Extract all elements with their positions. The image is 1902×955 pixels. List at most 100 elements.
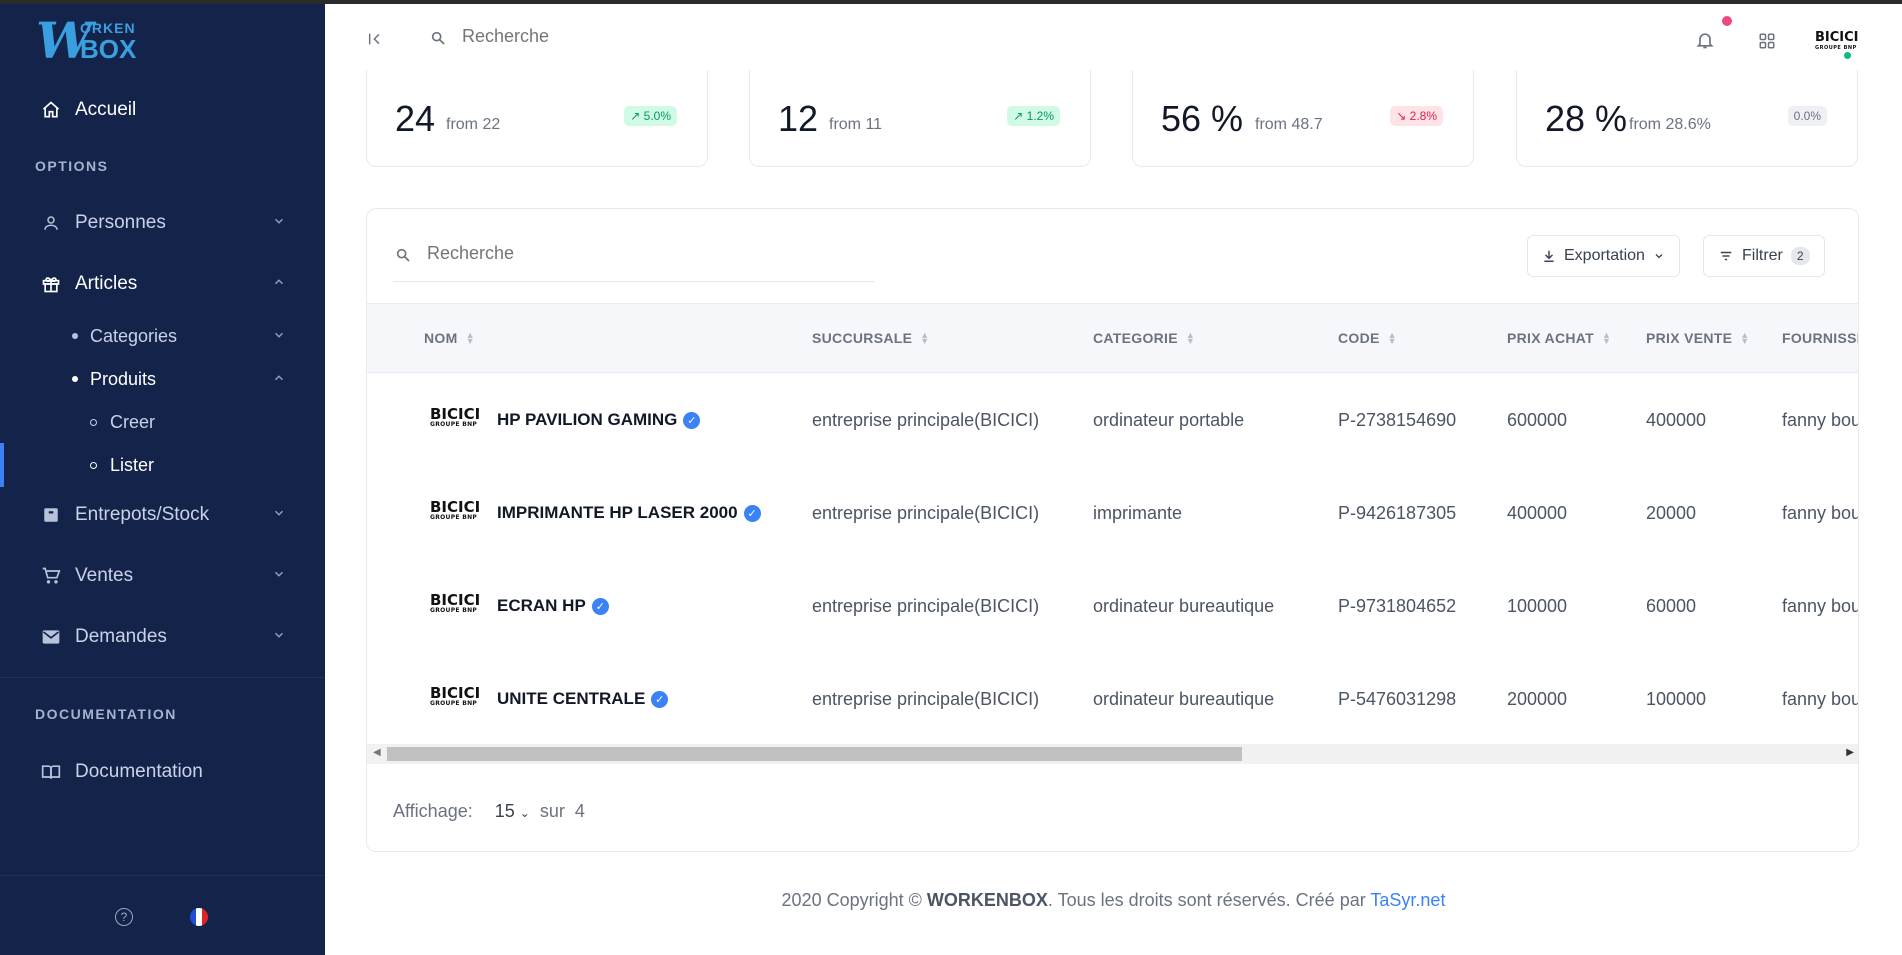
verified-icon: ✓ [591,597,609,615]
table-row[interactable]: BICICI GROUPE BNP UNITE CENTRALE ✓ entrepr… [367,653,1859,746]
collapse-sidebar-icon[interactable] [367,31,383,52]
sidebar-item-personnes[interactable]: Personnes [0,203,325,243]
apps-grid-icon[interactable] [1758,32,1776,55]
chevron-down-icon [272,626,286,648]
cell-categorie: ordinateur portable [1093,410,1245,430]
circle-icon [90,418,97,426]
cell-prix-vente: 400000 [1646,410,1707,430]
cell-prix-vente: 100000 [1646,689,1707,709]
sidebar-footer: ? [0,875,325,955]
scroll-right-arrow[interactable]: ▶ [1846,747,1854,758]
sidebar-divider [0,677,325,678]
help-icon[interactable]: ? [115,908,133,926]
home-icon [40,99,62,121]
cell-code: P-5476031298 [1338,689,1457,709]
chevron-down-icon [272,504,286,526]
trend-badge: ↗ 5.0% [624,106,677,126]
user-avatar[interactable]: BICICI GROUPE BNP [1815,30,1859,51]
cell-fournisseur: fanny bou [1782,689,1859,709]
header-search-input[interactable] [462,26,862,47]
sidebar-item-accueil[interactable]: Accueil [0,90,325,130]
table-row[interactable]: BICICI GROUPE BNP IMPRIMANTE HP LASER 200… [367,467,1858,560]
export-button[interactable]: Exportation [1527,235,1680,277]
chevron-down-icon: ⌄ [519,806,530,820]
sidebar-item-label: Lister [110,454,155,475]
cell-code: P-9731804652 [1338,596,1457,616]
stat-value: 56 % [1161,98,1244,139]
scrollbar-thumb[interactable] [387,747,1242,761]
stat-from: from 48.7 [1255,116,1323,133]
cell-prix-achat: 400000 [1507,503,1568,523]
sort-icon: ▲ ▼ [920,330,930,346]
page-size-select[interactable]: 15 ⌄ [495,801,530,822]
product-name[interactable]: UNITE CENTRALE ✓ [497,689,669,709]
sidebar-item-label: Accueil [75,99,137,120]
cell-succursale: entreprise principale(BICICI) [812,410,1040,430]
bell-icon[interactable] [1695,30,1715,55]
stat-value: 28 % [1545,98,1628,139]
verified-icon: ✓ [651,690,669,708]
sort-icon: ▲ ▼ [1387,330,1397,346]
product-name[interactable]: IMPRIMANTE HP LASER 2000 ✓ [497,503,761,523]
sidebar: W ORKEN BOX Accueil OPTIONS Personnes Ar… [0,0,325,955]
column-header-succursale[interactable]: SUCCURSALE ▲ ▼ [812,330,929,346]
table-row[interactable]: BICICI GROUPE BNP HP PAVILION GAMING ✓ ent… [367,374,1859,467]
gift-icon [40,273,62,295]
column-header-categorie[interactable]: CATEGORIE ▲ ▼ [1093,330,1195,346]
sidebar-item-lister[interactable]: Lister [0,447,325,483]
column-header-code[interactable]: CODE ▲ ▼ [1338,330,1397,346]
sidebar-item-label: Demandes [75,626,167,647]
download-icon [1544,250,1554,262]
sort-icon: ▲ ▼ [1602,330,1612,346]
column-header-fournisseur[interactable]: FOURNISSI [1782,330,1858,346]
pager-of: sur [539,801,565,821]
column-header-nom[interactable]: NOM ▲ ▼ [424,330,475,346]
chevron-up-icon [272,273,286,295]
verified-icon: ✓ [743,504,761,522]
sidebar-item-label: Entrepots/Stock [75,504,210,525]
horizontal-scrollbar[interactable]: ◀ ▶ [367,744,1858,764]
product-name[interactable]: HP PAVILION GAMING ✓ [497,410,701,430]
archive-icon [40,504,62,526]
cell-prix-achat: 600000 [1507,410,1568,430]
sidebar-item-label: Articles [75,273,138,294]
sidebar-item-documentation[interactable]: Documentation [0,752,325,792]
sidebar-item-articles[interactable]: Articles [0,264,325,304]
sidebar-item-entrepots[interactable]: Entrepots/Stock [0,495,325,535]
stat-card: 28 % from 28.6% 0.0% [1516,70,1858,167]
app-logo[interactable]: W ORKEN BOX [36,16,166,66]
sidebar-item-label: Ventes [75,565,134,586]
french-flag-icon[interactable] [190,908,208,926]
sort-icon: ▲ ▼ [465,330,475,346]
sidebar-item-label: Categories [90,325,178,346]
trend-badge: 0.0% [1787,106,1827,126]
sidebar-item-categories[interactable]: Categories [0,318,325,354]
column-header-prix-vente[interactable]: PRIX VENTE ▲ ▼ [1646,330,1749,346]
sidebar-item-label: Documentation [75,761,203,782]
scroll-left-arrow[interactable]: ◀ [373,747,381,758]
cell-fournisseur: fanny bou [1782,410,1859,430]
sidebar-item-ventes[interactable]: Ventes [0,556,325,596]
table-row[interactable]: BICICI GROUPE BNP ECRAN HP ✓ entreprise pr… [367,560,1858,653]
sidebar-item-label: Produits [90,368,157,389]
filter-count-badge: 2 [1790,247,1810,265]
sidebar-item-creer[interactable]: Creer [0,404,325,440]
pagination: Affichage: 15 ⌄ sur 4 [393,801,585,822]
search-icon [395,247,411,268]
cell-categorie: ordinateur bureautique [1093,689,1275,709]
sidebar-item-produits[interactable]: Produits [0,361,325,397]
chevron-down-icon [272,326,286,347]
section-documentation: DOCUMENTATION [35,706,177,722]
product-name[interactable]: ECRAN HP ✓ [497,596,609,616]
cell-code: P-2738154690 [1338,410,1457,430]
footer-link[interactable]: TaSyr.net [1370,890,1445,910]
stat-from: from 11 [829,116,883,133]
top-header: BICICI GROUPE BNP [325,4,1902,78]
sidebar-item-demandes[interactable]: Demandes [0,617,325,657]
column-header-prix-achat[interactable]: PRIX ACHAT ▲ ▼ [1507,330,1611,346]
mail-icon [40,626,62,648]
filter-button[interactable]: Filtrer 2 [1703,235,1825,277]
stat-card: 56 % from 48.7 ↘ 2.8% [1132,70,1474,167]
table-search-input[interactable] [427,243,827,264]
sidebar-item-label: Personnes [75,212,166,233]
